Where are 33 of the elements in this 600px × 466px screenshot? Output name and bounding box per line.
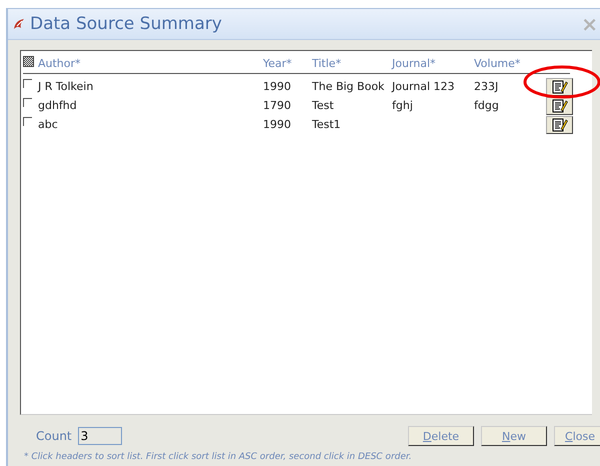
table-cell-text: Test1	[312, 118, 342, 131]
app-icon	[12, 17, 26, 31]
sort-hint: * Click headers to sort list. First click sort list in ASC order, second click in DESC order.	[24, 452, 413, 462]
count-field[interactable]: 3	[78, 427, 122, 445]
count-label: Count	[36, 429, 72, 443]
column-header[interactable]: Title*	[312, 56, 392, 70]
edit-button[interactable]	[546, 116, 573, 134]
window-title: Data Source Summary	[30, 14, 223, 34]
column-header[interactable]: Year*	[263, 56, 312, 70]
table-cell-text: Test	[312, 99, 335, 112]
table-cell-text: abc	[38, 118, 59, 131]
table-cell-text: J R Tolkein	[38, 80, 94, 93]
table-cell-text: gdhfhd	[38, 99, 78, 112]
table-cell-text: 1790	[263, 99, 292, 112]
table-cell-text: fghj	[392, 99, 414, 112]
table-cell-text: 233J	[474, 80, 500, 93]
table-cell-text: The Big Book	[312, 80, 386, 93]
table-cell-text: Journal 123	[392, 80, 456, 93]
delete-button[interactable]: Delete	[408, 426, 474, 446]
edit-button[interactable]	[546, 78, 573, 96]
column-header[interactable]: Author*	[38, 56, 263, 70]
table-cell-text: 1990	[263, 118, 292, 131]
close-button[interactable]: Close	[554, 426, 600, 446]
notepad-pencil-icon	[552, 118, 568, 132]
new-button[interactable]: New	[481, 426, 547, 446]
table-cell-text: fdgg	[474, 99, 500, 112]
column-header[interactable]: Volume*	[474, 56, 546, 70]
edit-button[interactable]	[546, 96, 573, 114]
select-all-checkbox[interactable]	[23, 56, 34, 67]
table-cell-text: 1990	[263, 80, 292, 93]
notepad-pencil-icon	[552, 98, 568, 112]
column-header[interactable]: Journal*	[392, 56, 474, 70]
notepad-pencil-icon	[552, 80, 568, 94]
